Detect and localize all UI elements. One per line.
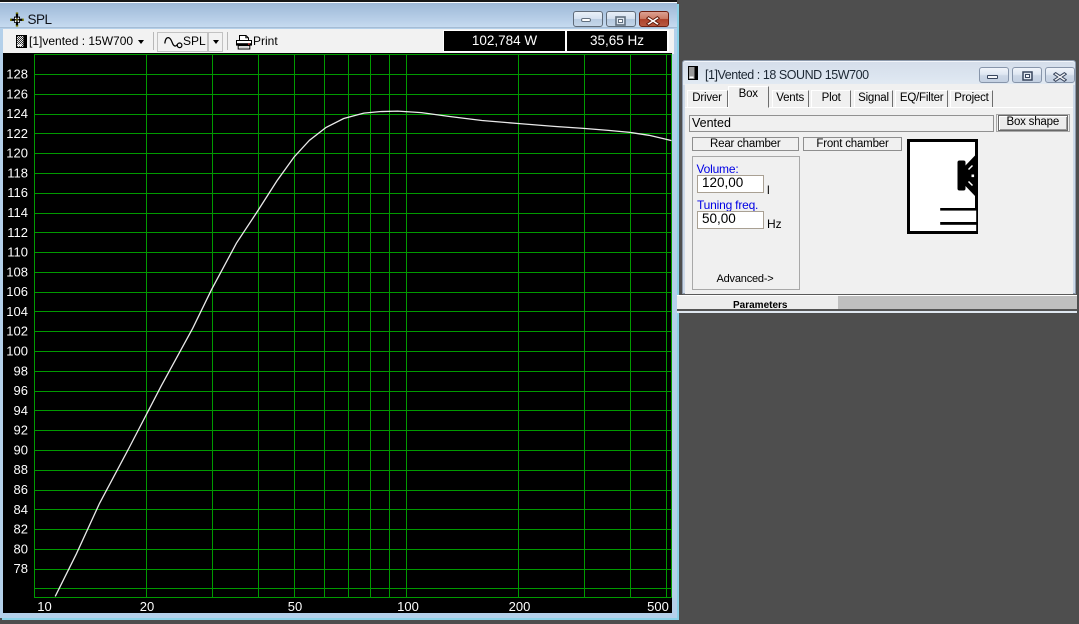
svg-text:124: 124 [6,106,28,121]
svg-text:108: 108 [6,264,28,279]
svg-text:126: 126 [6,86,28,101]
svg-text:88: 88 [14,462,28,477]
svg-text:116: 116 [7,185,28,200]
svg-text:118: 118 [7,165,28,180]
svg-text:94: 94 [14,403,28,418]
svg-text:92: 92 [14,423,28,438]
svg-text:82: 82 [14,522,28,537]
svg-text:98: 98 [14,363,28,378]
svg-text:112: 112 [7,225,28,240]
svg-text:96: 96 [14,383,28,398]
svg-text:80: 80 [14,541,28,556]
svg-text:84: 84 [14,502,28,517]
svg-text:10: 10 [37,599,51,613]
svg-text:100: 100 [6,344,28,359]
svg-text:110: 110 [7,245,28,260]
svg-text:500: 500 [647,599,669,613]
svg-text:90: 90 [14,442,28,457]
svg-text:20: 20 [140,599,154,613]
svg-text:104: 104 [6,304,28,319]
svg-text:100: 100 [397,599,419,613]
svg-text:114: 114 [7,205,28,220]
svg-text:102: 102 [6,324,28,339]
svg-text:106: 106 [6,284,28,299]
svg-text:50: 50 [288,599,302,613]
svg-text:120: 120 [6,146,28,161]
svg-text:122: 122 [6,126,28,141]
svg-text:78: 78 [14,561,28,576]
svg-text:200: 200 [509,599,531,613]
svg-text:128: 128 [6,67,28,82]
svg-text:86: 86 [14,482,28,497]
